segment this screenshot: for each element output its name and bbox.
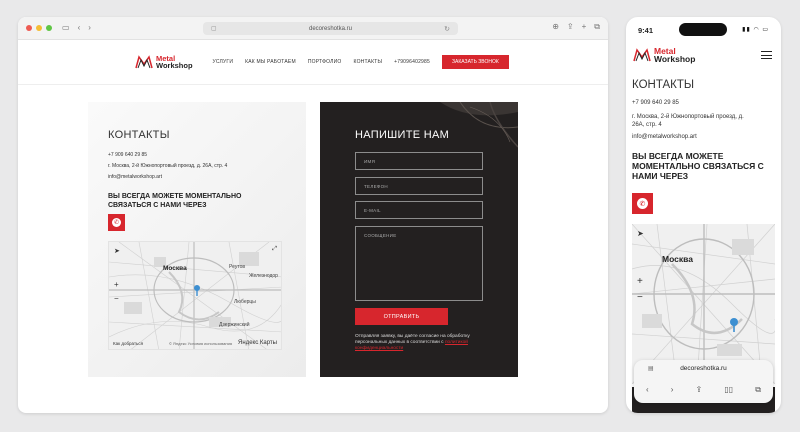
map-terms[interactable]: © Яндекс Условия использования	[169, 341, 232, 346]
name-field[interactable]: ИМЯ	[355, 152, 483, 170]
fullscreen-icon[interactable]: ⤢	[272, 246, 277, 253]
map-label-zheleznodor: Железнодор	[249, 273, 278, 279]
mobile-map-label-moscow: Москва	[662, 254, 693, 264]
status-icons: ▮▮ ◠ ▭	[742, 27, 769, 33]
whatsapp-icon: ✆	[637, 198, 648, 209]
forward-icon[interactable]: ›	[88, 24, 91, 32]
nav-item-how-we-work[interactable]: КАК МЫ РАБОТАЕМ	[245, 59, 296, 65]
back-icon[interactable]: ‹	[78, 24, 81, 32]
dynamic-island	[679, 23, 727, 36]
map-label-dzerzhinsky: Дзержинский	[219, 322, 250, 328]
mobile-contact-email[interactable]: info@metalworkshop.art	[632, 133, 697, 141]
status-bar: 9:41 ▮▮ ◠ ▭	[626, 17, 781, 43]
address-bar[interactable]: ▢ decoreshotka.ru ↻	[203, 22, 458, 35]
map-label-moscow: Москва	[163, 265, 187, 272]
mobile-logo-line-2: Workshop	[654, 54, 696, 64]
whatsapp-icon: ✆	[112, 218, 121, 227]
mobile-contacts-title: КОНТАКТЫ	[632, 79, 695, 91]
tabs-overview-icon[interactable]: ⧉	[594, 23, 600, 31]
download-icon[interactable]: ⊕	[552, 23, 559, 31]
browser-toolbar: ▭ ‹ › ▢ decoreshotka.ru ↻ ⊕ ⇪ + ⧉	[18, 17, 608, 40]
mobile-contact-phone[interactable]: +7 909 640 29 85	[632, 99, 679, 107]
map-roads	[109, 242, 281, 349]
map-label-reutov: Реутов	[229, 264, 246, 270]
close-window-button[interactable]	[26, 25, 32, 31]
yandex-maps-attribution[interactable]: Яндекс Карты	[238, 340, 277, 346]
share-icon[interactable]: ⇪	[696, 385, 703, 395]
back-icon[interactable]: ‹	[646, 385, 649, 395]
mobile-address-text: decoreshotka.ru	[680, 365, 727, 372]
maximize-window-button[interactable]	[46, 25, 52, 31]
mobile-device: 9:41 ▮▮ ◠ ▭ Metal Workshop КОНТАКТЫ +7 9…	[626, 17, 781, 413]
mobile-zoom-out-button[interactable]: −	[637, 292, 643, 303]
main-nav: УСЛУГИ КАК МЫ РАБОТАЕМ ПОРТФОЛИО КОНТАКТ…	[213, 59, 430, 65]
submit-button[interactable]: ОТПРАВИТЬ	[355, 308, 448, 325]
share-icon[interactable]: ⇪	[567, 23, 574, 31]
nav-phone-link[interactable]: +79096402985	[394, 59, 430, 65]
sidebar-icon[interactable]: ▭	[62, 24, 70, 32]
messenger-heading: ВЫ ВСЕГДА МОЖЕТЕ МОМЕНТАЛЬНО СВЯЗАТЬСЯ С…	[108, 193, 242, 209]
desktop-browser-window: ▭ ‹ › ▢ decoreshotka.ru ↻ ⊕ ⇪ + ⧉ Metal …	[18, 17, 608, 413]
contact-phone[interactable]: +7 909 640 29 85	[108, 152, 147, 158]
email-field[interactable]: E-MAIL	[355, 201, 483, 219]
forward-icon[interactable]: ›	[671, 385, 674, 395]
burger-menu-icon[interactable]	[761, 51, 772, 62]
nav-item-portfolio[interactable]: ПОРТФОЛИО	[308, 59, 342, 65]
consent-text: Отправляя заявку, вы даёте согласие на о…	[355, 334, 480, 352]
mobile-header: Metal Workshop	[626, 43, 781, 67]
minimize-window-button[interactable]	[36, 25, 42, 31]
logo[interactable]: Metal Workshop	[135, 55, 193, 69]
tabs-overview-icon[interactable]: ⧉	[755, 385, 761, 395]
address-text: decoreshotka.ru	[308, 25, 353, 32]
tab-icon[interactable]: ▤	[648, 365, 654, 372]
order-call-button[interactable]: ЗАКАЗАТЬ ЗВОНОК	[442, 55, 509, 69]
mobile-messenger-heading: ВЫ ВСЕГДА МОЖЕТЕ МОМЕНТАЛЬНО СВЯЗАТЬСЯ С…	[632, 151, 764, 181]
form-title: НАПИШИТЕ НАМ	[355, 129, 450, 141]
contact-form-section: НАПИШИТЕ НАМ ИМЯ ТЕЛЕФОН E-MAIL СООБЩЕНИ…	[320, 102, 518, 377]
page-icon: ▢	[211, 26, 217, 32]
message-field[interactable]: СООБЩЕНИЕ	[355, 226, 483, 301]
map-widget[interactable]: Москва Реутов Железнодор Люберцы Дзержин…	[108, 241, 282, 350]
whatsapp-button[interactable]: ✆	[108, 214, 125, 231]
status-time: 9:41	[638, 25, 654, 35]
bookmarks-icon[interactable]: ▯▯	[724, 385, 733, 395]
mobile-logo[interactable]: Metal Workshop	[633, 47, 695, 63]
contact-address: г. Москва, 2-й Южнопортовый проезд, д. 2…	[108, 163, 228, 169]
contact-email[interactable]: info@metalworkshop.art	[108, 174, 162, 180]
nav-item-contacts[interactable]: КОНТАКТЫ	[354, 59, 383, 65]
locate-icon[interactable]: ➤	[114, 247, 120, 255]
mobile-zoom-in-button[interactable]: +	[637, 276, 643, 287]
site-header: Metal Workshop УСЛУГИ КАК МЫ РАБОТАЕМ ПО…	[18, 40, 608, 85]
mobile-whatsapp-button[interactable]: ✆	[632, 193, 653, 214]
mobile-contact-address: г. Москва, 2-й Южнопортовый проезд, д. 2…	[632, 114, 744, 128]
locate-icon[interactable]: ➤	[637, 229, 644, 238]
contacts-title: КОНТАКТЫ	[108, 129, 170, 141]
zoom-in-button[interactable]: +	[114, 280, 119, 289]
mobile-address-bar[interactable]: ▤ decoreshotka.ru ‹ › ⇪ ▯▯ ⧉	[634, 360, 773, 403]
window-controls	[26, 25, 52, 31]
map-route-link[interactable]: Как добраться	[113, 341, 143, 346]
phone-field[interactable]: ТЕЛЕФОН	[355, 177, 483, 195]
mobile-toolbar: ‹ › ⇪ ▯▯ ⧉	[646, 385, 761, 395]
logo-mark-icon	[633, 48, 651, 62]
logo-line-2: Workshop	[156, 61, 193, 70]
zoom-out-button[interactable]: −	[114, 294, 119, 303]
nav-item-services[interactable]: УСЛУГИ	[213, 59, 234, 65]
reload-icon[interactable]: ↻	[444, 25, 450, 33]
map-label-lyubertsy: Люберцы	[234, 299, 256, 305]
logo-mark-icon	[135, 55, 153, 69]
new-tab-icon[interactable]: +	[582, 23, 587, 31]
contacts-section: КОНТАКТЫ +7 909 640 29 85 г. Москва, 2-й…	[88, 102, 306, 377]
